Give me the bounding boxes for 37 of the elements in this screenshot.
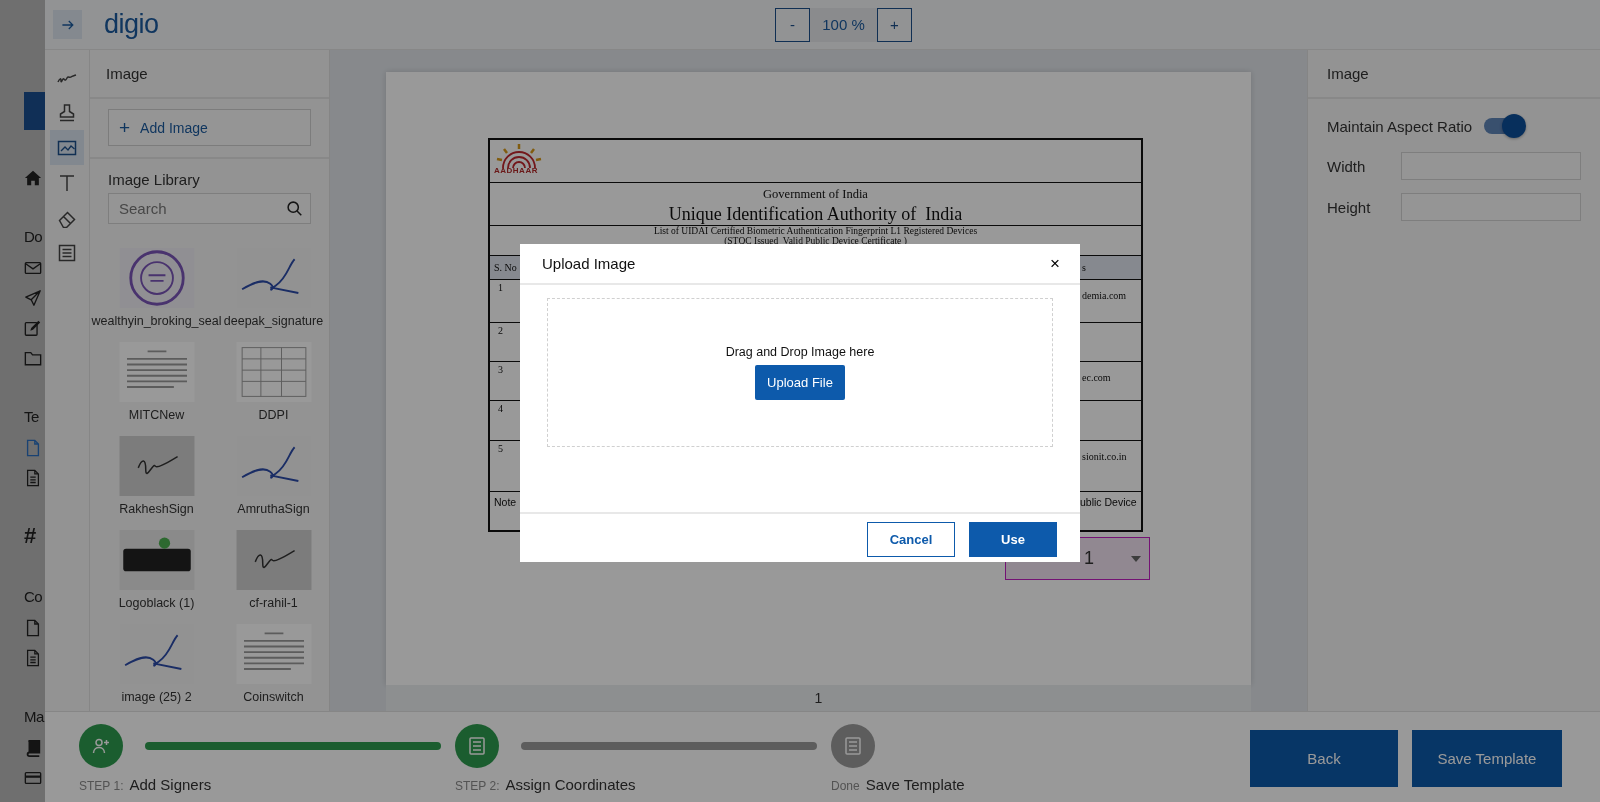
image-name: image (25) 2 xyxy=(121,690,192,704)
panel-title: Image xyxy=(90,50,329,99)
image-name: deepak_signature xyxy=(223,314,324,328)
logo-text: AADHAAR xyxy=(494,166,538,175)
dialog-title: Upload Image xyxy=(542,255,636,272)
logo: digio xyxy=(104,9,159,40)
image-name: RakheshSign xyxy=(119,502,194,516)
step-prefix: STEP 2: xyxy=(455,779,500,793)
column-header: S. No xyxy=(489,255,521,279)
document-subtitle: List of UIDAI Certified Biometric Authentication Fingerprint L1 Registered Devices xyxy=(652,225,979,236)
image-name: Logoblack (1) xyxy=(118,596,195,610)
image-name: AmruthaSign xyxy=(237,502,310,516)
nav-heading: Te xyxy=(24,407,40,427)
nav-heading: Ma xyxy=(24,707,45,727)
panel-title: Image xyxy=(1308,50,1600,99)
image-name: Coinswitch xyxy=(243,690,304,704)
step-prefix: STEP 1: xyxy=(79,779,124,793)
image-name: DDPI xyxy=(258,408,289,422)
document-heading: Government of India xyxy=(762,186,869,202)
field-label: Height xyxy=(1327,198,1372,216)
step-label: Add Signers xyxy=(129,776,212,793)
page-number: 1 xyxy=(386,685,1251,711)
step-label: Save Template xyxy=(865,776,965,793)
step-prefix: Done xyxy=(831,779,860,793)
field-label: Width xyxy=(1327,157,1367,175)
section-title: Image Library xyxy=(108,171,201,188)
drop-hint: Drag and Drop Image here xyxy=(725,345,875,359)
hash-symbol: # xyxy=(24,525,38,547)
document-title: Unique Identification Authority of India xyxy=(667,203,964,225)
image-name: MITCNew xyxy=(128,408,185,422)
image-name: wealthyin_broking_seal xyxy=(91,314,222,328)
image-name: cf-rahil-1 xyxy=(249,596,298,610)
step-label: Assign Coordinates xyxy=(505,776,636,793)
zoom-level: 100 % xyxy=(810,7,877,42)
toggle-label: Maintain Aspect Ratio xyxy=(1327,117,1473,135)
nav-heading: Co xyxy=(24,587,44,607)
nav-heading: Do xyxy=(24,227,44,247)
